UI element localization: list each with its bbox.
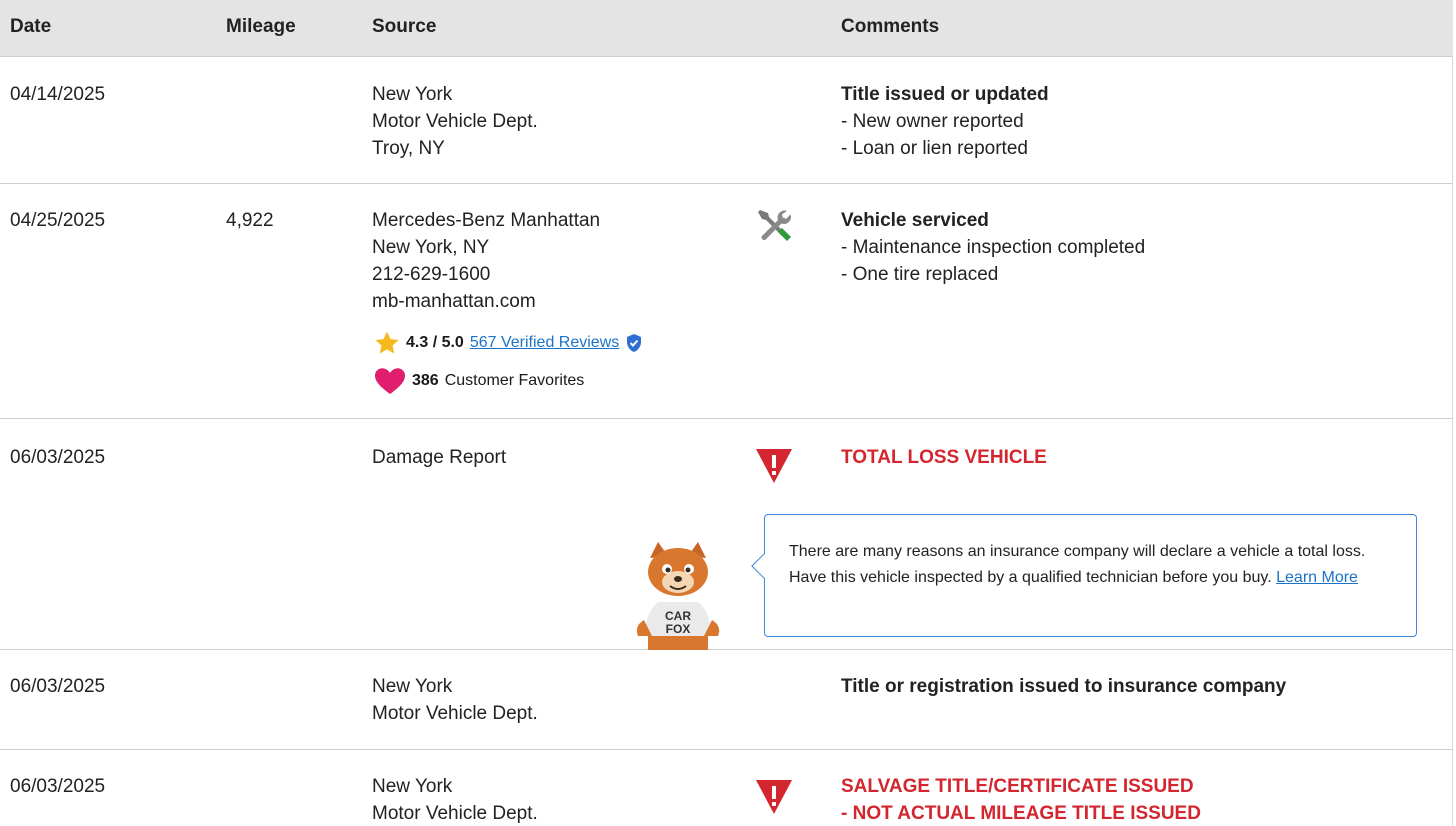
source-line: New York bbox=[372, 676, 453, 697]
comment-line: - One tire replaced bbox=[841, 264, 999, 285]
heart-icon bbox=[375, 368, 405, 394]
source-line: Troy, NY bbox=[372, 138, 445, 159]
row-source: Damage Report bbox=[372, 444, 506, 471]
wrench-screwdriver-icon bbox=[758, 210, 791, 241]
source-line: mb-manhattan.com bbox=[372, 291, 536, 312]
row-date: 04/14/2025 bbox=[10, 84, 106, 105]
table-header: Date Mileage Source Comments bbox=[0, 0, 1453, 57]
table-row: 04/25/2025 4,922 Mercedes-Benz Manhattan… bbox=[0, 184, 1453, 419]
source-line: Mercedes-Benz Manhattan bbox=[372, 210, 601, 231]
favorites-line: 386 Customer Favorites bbox=[374, 367, 584, 395]
mascot-shirt-text: FOX bbox=[666, 622, 691, 636]
comment-line: - New owner reported bbox=[841, 111, 1024, 132]
verified-shield-icon bbox=[627, 334, 642, 352]
comment-line: - Loan or lien reported bbox=[841, 138, 1028, 159]
comment-title: TOTAL LOSS VEHICLE bbox=[841, 447, 1047, 468]
warning-shield-icon bbox=[756, 449, 792, 483]
column-header-mileage: Mileage bbox=[226, 16, 296, 37]
comment-line: - Maintenance inspection completed bbox=[841, 237, 1146, 258]
column-header-date: Date bbox=[10, 16, 52, 37]
row-date: 06/03/2025 bbox=[10, 447, 106, 468]
row-mileage: 4,922 bbox=[226, 210, 274, 231]
comment-line: - NOT ACTUAL MILEAGE TITLE ISSUED bbox=[841, 803, 1201, 824]
comment-title: Title or registration issued to insuranc… bbox=[841, 676, 1287, 697]
source-line: New York bbox=[372, 84, 453, 105]
verified-reviews-link[interactable]: 567 Verified Reviews bbox=[470, 334, 619, 352]
comment-title: SALVAGE TITLE/CERTIFICATE ISSUED bbox=[841, 776, 1194, 797]
favorites-label: Customer Favorites bbox=[444, 372, 585, 389]
table-row: 06/03/2025 New York Motor Vehicle Dept. … bbox=[0, 650, 1453, 750]
learn-more-link[interactable]: Learn More bbox=[1276, 569, 1358, 586]
carfox-mascot-icon: CAR FOX bbox=[636, 542, 720, 650]
row-comments: Title or registration issued to insuranc… bbox=[841, 673, 1286, 700]
column-header-comments: Comments bbox=[841, 16, 940, 37]
row-source: New York Motor Vehicle Dept. Troy, NY bbox=[372, 81, 538, 162]
table-row: 06/03/2025 New York Motor Vehicle Dept. … bbox=[0, 750, 1453, 826]
history-table: Date Mileage Source Comments 04/14/2025 … bbox=[0, 0, 1453, 826]
row-comments: TOTAL LOSS VEHICLE bbox=[841, 444, 1047, 471]
favorites-count: 386 bbox=[412, 372, 439, 389]
mascot-shirt-text: CAR bbox=[665, 609, 691, 623]
row-source: New York Motor Vehicle Dept. bbox=[372, 773, 538, 826]
rating-line: 4.3 / 5.0 567 Verified Reviews bbox=[374, 330, 643, 356]
row-comments: Vehicle serviced - Maintenance inspectio… bbox=[841, 207, 1145, 288]
comment-title: Vehicle serviced bbox=[841, 210, 989, 231]
total-loss-tooltip: There are many reasons an insurance comp… bbox=[751, 514, 1417, 637]
row-source: New York Motor Vehicle Dept. bbox=[372, 673, 538, 727]
star-icon bbox=[375, 331, 399, 354]
comment-title: Title issued or updated bbox=[841, 84, 1049, 105]
row-comments: Title issued or updated - New owner repo… bbox=[841, 81, 1049, 162]
table-row: 04/14/2025 New York Motor Vehicle Dept. … bbox=[0, 57, 1453, 184]
source-line: New York, NY bbox=[372, 237, 490, 258]
source-line: Motor Vehicle Dept. bbox=[372, 703, 538, 724]
rating-score: 4.3 / 5.0 bbox=[406, 334, 464, 351]
row-comments: SALVAGE TITLE/CERTIFICATE ISSUED - NOT A… bbox=[841, 773, 1201, 826]
row-date: 06/03/2025 bbox=[10, 776, 106, 797]
source-line: Damage Report bbox=[372, 447, 507, 468]
column-header-source: Source bbox=[372, 16, 437, 37]
row-date: 04/25/2025 bbox=[10, 210, 106, 231]
row-source: Mercedes-Benz Manhattan New York, NY 212… bbox=[372, 207, 600, 315]
source-line: New York bbox=[372, 776, 453, 797]
warning-shield-icon bbox=[756, 780, 792, 814]
source-line: 212-629-1600 bbox=[372, 264, 491, 285]
source-line: Motor Vehicle Dept. bbox=[372, 111, 538, 132]
source-line: Motor Vehicle Dept. bbox=[372, 803, 538, 824]
row-date: 06/03/2025 bbox=[10, 676, 106, 697]
